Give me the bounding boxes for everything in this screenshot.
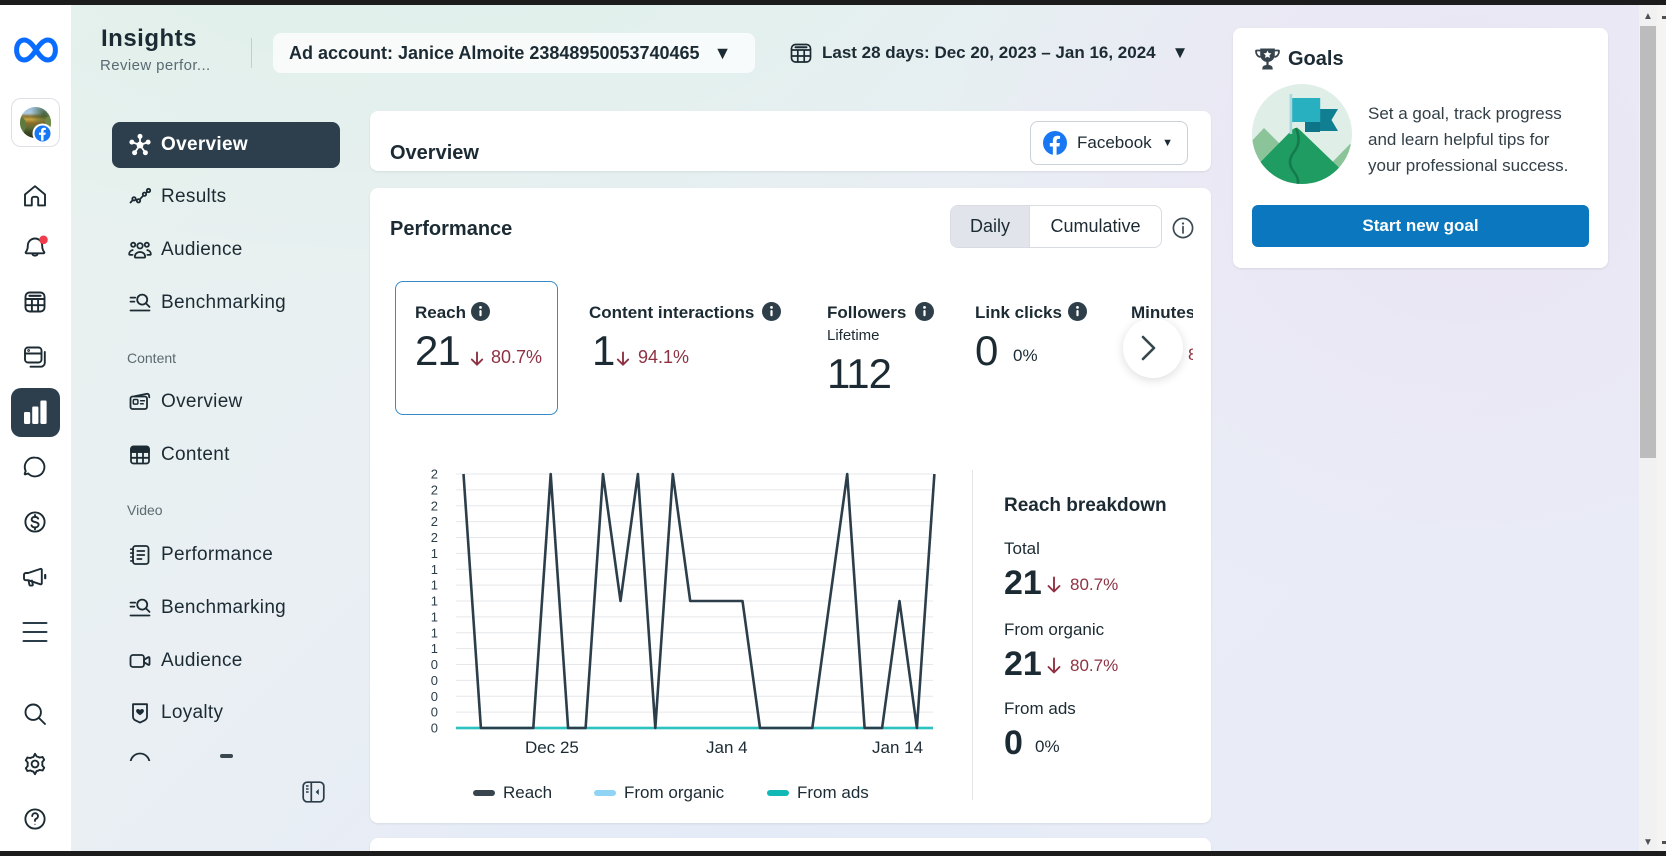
svg-text:0: 0	[431, 657, 438, 672]
svg-text:1: 1	[431, 594, 438, 609]
svg-text:1: 1	[431, 578, 438, 593]
svg-text:1: 1	[431, 641, 438, 656]
svg-text:2: 2	[431, 530, 438, 545]
svg-text:2: 2	[431, 467, 438, 482]
svg-text:2: 2	[431, 482, 438, 497]
svg-text:1: 1	[431, 546, 438, 561]
svg-text:1: 1	[431, 562, 438, 577]
svg-text:0: 0	[431, 705, 438, 720]
svg-text:1: 1	[431, 609, 438, 624]
svg-text:2: 2	[431, 514, 438, 529]
svg-text:0: 0	[431, 689, 438, 704]
svg-text:0: 0	[431, 721, 438, 736]
svg-text:1: 1	[431, 625, 438, 640]
svg-text:2: 2	[431, 498, 438, 513]
svg-text:0: 0	[431, 673, 438, 688]
